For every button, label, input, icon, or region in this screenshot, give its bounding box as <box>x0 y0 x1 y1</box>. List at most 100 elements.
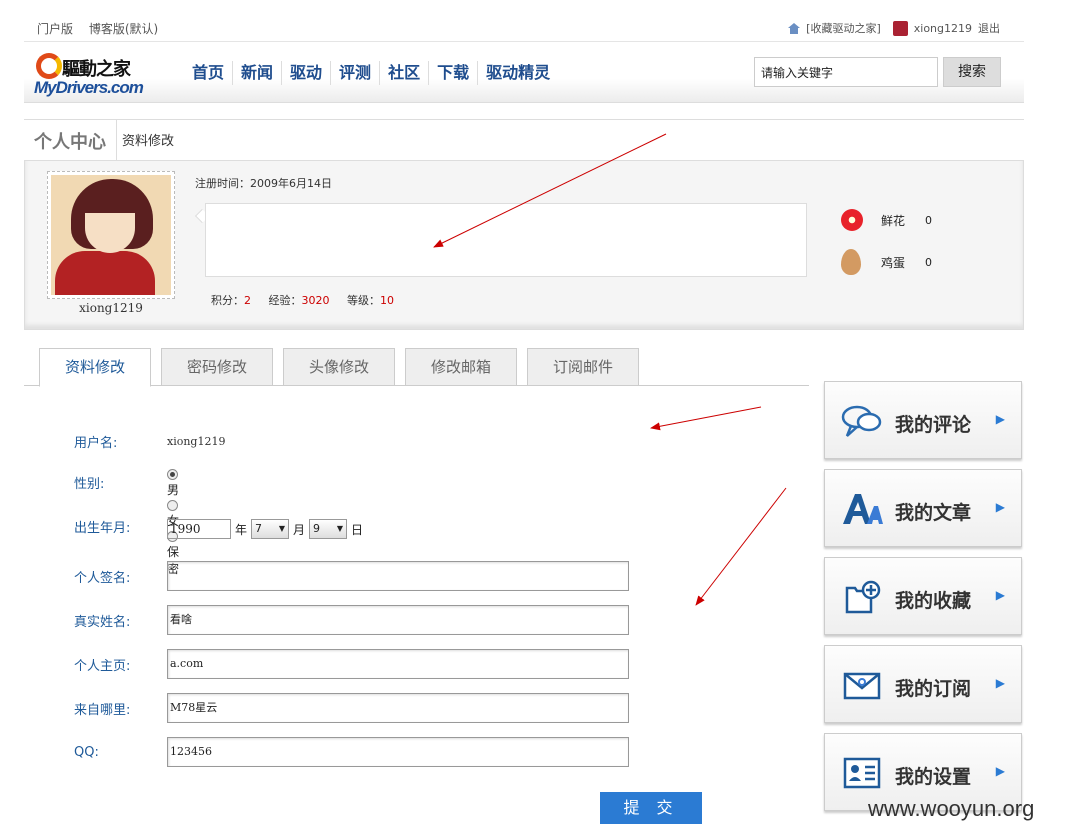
favorite-icon <box>845 580 881 614</box>
qq-input[interactable]: 123456 <box>167 737 629 767</box>
sidebar-settings-label: 我的设置 <box>895 766 972 788</box>
gender-female-radio[interactable] <box>167 500 178 511</box>
birth-month-select[interactable]: 7 <box>251 519 290 539</box>
registration-time: 注册时间：2009年6月14日 <box>195 177 332 190</box>
settings-icon <box>843 757 881 789</box>
bookmark-link[interactable]: [收藏驱动之家] <box>806 20 881 36</box>
logo-swirl-icon <box>36 53 62 79</box>
gender-male-radio[interactable] <box>167 469 178 480</box>
signature-input[interactable] <box>167 561 629 591</box>
username-value: xiong1219 <box>167 434 226 448</box>
day-unit: 日 <box>351 522 364 537</box>
breadcrumb-divider <box>116 120 117 160</box>
month-unit: 月 <box>293 522 306 537</box>
tab-email[interactable]: 修改邮箱 <box>405 348 517 386</box>
home-icon <box>788 22 801 34</box>
main-nav: 首页 新闻 驱动 评测 社区 下载 驱动精灵 <box>184 61 558 85</box>
breadcrumb: 个人中心 资料修改 <box>24 119 1024 160</box>
sidebar-subscriptions-label: 我的订阅 <box>895 678 972 700</box>
submit-button[interactable]: 提 交 <box>600 792 702 824</box>
sidebar-favorites-label: 我的收藏 <box>895 590 972 612</box>
chevron-right-icon: ▶ <box>995 764 1005 778</box>
search-input[interactable]: 请输入关键字 <box>754 57 938 87</box>
birth-day-select[interactable]: 9 <box>309 519 348 539</box>
qq-label: QQ: <box>74 744 99 760</box>
nav-news[interactable]: 新闻 <box>233 61 283 85</box>
gift-flower[interactable]: 鲜花 0 <box>841 209 932 231</box>
logout-link[interactable]: 退出 <box>978 20 1000 36</box>
points-label: 积分： <box>211 294 244 307</box>
section-title[interactable]: 个人中心 <box>34 128 106 154</box>
from-label: 来自哪里: <box>74 702 131 718</box>
nav-community[interactable]: 社区 <box>380 61 430 85</box>
nav-driver-genius[interactable]: 驱动精灵 <box>478 61 558 85</box>
profile-username: xiong1219 <box>79 301 143 315</box>
nav-home[interactable]: 首页 <box>184 61 234 85</box>
nav-download[interactable]: 下载 <box>429 61 479 85</box>
level-value: 10 <box>380 294 394 307</box>
user-avatar-icon <box>892 20 908 36</box>
gift-egg-label: 鸡蛋 <box>881 255 906 270</box>
level-label: 等级： <box>347 294 380 307</box>
sidebar-item-comments[interactable]: 我的评论 ▶ <box>824 381 1022 459</box>
settings-tabs: 资料修改 密码修改 头像修改 修改邮箱 订阅邮件 <box>24 348 809 387</box>
comment-icon <box>841 405 882 437</box>
profile-panel: xiong1219 注册时间：2009年6月14日 积分：2 经验：3020 等… <box>24 160 1024 330</box>
gift-egg[interactable]: 鸡蛋 0 <box>841 249 932 275</box>
flower-icon <box>841 209 863 231</box>
tab-password[interactable]: 密码修改 <box>161 348 273 386</box>
nav-reviews[interactable]: 评测 <box>331 61 381 85</box>
portal-version-link[interactable]: 门户版 <box>37 22 73 36</box>
chevron-right-icon: ▶ <box>995 500 1005 514</box>
birth-year-input[interactable]: 1990 <box>167 519 231 539</box>
signature-label: 个人签名: <box>74 570 131 586</box>
sidebar-item-articles[interactable]: 我的文章 ▶ <box>824 469 1022 547</box>
page-title: 资料修改 <box>122 134 175 149</box>
chevron-right-icon: ▶ <box>995 412 1005 426</box>
site-logo[interactable]: 驅動之家 MyDrivers.com <box>34 51 144 99</box>
bio-box <box>205 203 807 277</box>
experience-value: 3020 <box>301 294 330 307</box>
homepage-input[interactable]: a.com <box>167 649 629 679</box>
sidebar-comments-label: 我的评论 <box>895 414 972 436</box>
chevron-right-icon: ▶ <box>995 676 1005 690</box>
realname-input[interactable]: 看啥 <box>167 605 629 635</box>
egg-icon <box>841 249 861 275</box>
subscribe-icon <box>843 672 881 700</box>
dob-fields: 1990 年 7 月 9 日 <box>167 519 363 539</box>
username-label: 用户名: <box>74 435 118 451</box>
avatar-frame <box>47 171 175 299</box>
version-links: 门户版 博客版(默认) <box>37 20 170 37</box>
realname-label: 真实姓名: <box>74 614 131 630</box>
chevron-right-icon: ▶ <box>995 588 1005 602</box>
tab-profile-edit[interactable]: 资料修改 <box>39 348 151 387</box>
avatar-body-shape <box>55 251 155 295</box>
gift-egg-count: 0 <box>925 255 933 269</box>
from-input[interactable]: M78星云 <box>167 693 629 723</box>
site-header: 驅動之家 MyDrivers.com 首页 新闻 驱动 评测 社区 下载 驱动精… <box>24 43 1024 103</box>
experience-label: 经验： <box>268 294 302 307</box>
sidebar-item-subscriptions[interactable]: 我的订阅 ▶ <box>824 645 1022 723</box>
nav-drivers[interactable]: 驱动 <box>282 61 332 85</box>
dob-label: 出生年月: <box>74 521 131 536</box>
year-unit: 年 <box>235 522 248 537</box>
gender-label: 性别: <box>74 477 105 492</box>
top-bar: 门户版 博客版(默认) [收藏驱动之家] xiong1219 退出 <box>24 0 1024 42</box>
tab-avatar[interactable]: 头像修改 <box>283 348 395 386</box>
user-stats: 积分：2 经验：3020 等级：10 <box>211 292 408 308</box>
homepage-label: 个人主页: <box>74 658 131 674</box>
search-button[interactable]: 搜索 <box>943 57 1001 87</box>
username-link[interactable]: xiong1219 <box>914 22 972 35</box>
article-icon <box>843 494 883 524</box>
avatar <box>51 175 171 295</box>
blog-version-link[interactable]: 博客版(默认) <box>89 22 158 36</box>
annotation-arrow <box>695 487 787 606</box>
gift-flower-label: 鲜花 <box>881 213 906 228</box>
tab-subscribe[interactable]: 订阅邮件 <box>527 348 639 386</box>
logo-english-text: MyDrivers.com <box>34 78 144 97</box>
gender-male-label: 男 <box>167 483 180 497</box>
gift-flower-count: 0 <box>925 213 933 227</box>
annotation-arrow <box>650 406 762 431</box>
sidebar-item-favorites[interactable]: 我的收藏 ▶ <box>824 557 1022 635</box>
sidebar-articles-label: 我的文章 <box>895 502 972 524</box>
